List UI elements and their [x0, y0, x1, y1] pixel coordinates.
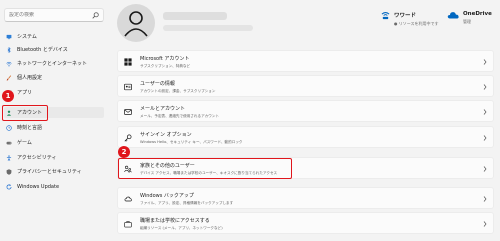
card-title: メールとアカウント — [140, 106, 186, 112]
user-name-blurred — [163, 12, 227, 20]
wireless-subtitle: ● リソースを利用中です — [394, 21, 439, 26]
onedrive-status[interactable]: OneDrive 管理 — [447, 11, 492, 25]
search-icon[interactable] — [92, 12, 99, 19]
wireless-title: ワワード — [394, 13, 417, 19]
key-icon — [124, 134, 132, 142]
sidebar-item-accessibility[interactable]: アクセシビリティ — [4, 152, 104, 163]
family-highlight-box — [118, 158, 292, 179]
globe-clock-icon — [6, 124, 12, 131]
update-icon — [6, 183, 12, 189]
sidebar-item-label: アプリ — [17, 90, 33, 96]
sidebar-item-label: ゲーム — [17, 140, 32, 146]
card-title: Windows バックアップ — [140, 193, 194, 199]
sidebar-item-system[interactable]: システム — [4, 31, 104, 42]
search-input[interactable] — [9, 12, 93, 18]
card-title: ユーザーの情報 — [140, 81, 175, 87]
mail-icon — [124, 109, 132, 115]
chevron-right-icon — [483, 135, 487, 141]
sidebar-item-label: システム — [17, 34, 37, 40]
card-title: サインイン オプション — [140, 132, 192, 138]
card-microsoft-account[interactable]: Microsoft アカウント サブスクリプション、特典など — [117, 50, 494, 72]
card-email-accounts[interactable]: メールとアカウント メール、予定表、連絡先で使用されるアカウント — [117, 100, 494, 122]
windows-icon — [124, 58, 132, 66]
card-subtitle: ファイル、アプリ、設定、資格情報をバックアップします — [140, 200, 234, 205]
brush-icon — [6, 74, 12, 80]
card-subtitle: サブスクリプション、特典など — [140, 63, 191, 68]
avatar[interactable] — [117, 4, 155, 42]
card-title: 職場または学校にアクセスする — [140, 218, 210, 224]
chevron-right-icon — [483, 196, 487, 202]
router-icon — [381, 12, 390, 20]
sidebar-item-privacy[interactable]: プライバシーとセキュリティ — [4, 166, 104, 177]
chevron-right-icon — [483, 221, 487, 227]
sidebar-item-label: Bluetooth とデバイス — [17, 47, 68, 53]
sidebar-item-label: Windows Update — [17, 183, 60, 190]
user-info-icon — [124, 83, 132, 91]
card-sign-in-options[interactable]: サインイン オプション Windows Hello、セキュリティ キー、パスワード… — [117, 126, 494, 148]
sidebar-item-network[interactable]: ネットワークとインターネット — [4, 58, 104, 69]
gamepad-icon — [6, 141, 12, 144]
sidebar-item-personalization[interactable]: 個人用設定 — [4, 72, 104, 83]
sidebar-item-label: アクセシビリティ — [17, 155, 57, 161]
chevron-right-icon — [483, 109, 487, 115]
sidebar-item-apps[interactable]: アプリ — [4, 87, 104, 98]
briefcase-icon — [124, 221, 132, 228]
card-subtitle: 組織リソース (メール、アプリ、ネットワークなど) — [140, 225, 223, 230]
chevron-right-icon — [483, 59, 487, 65]
accessibility-icon — [6, 154, 12, 161]
monitor-icon — [6, 34, 12, 39]
shield-icon — [6, 168, 12, 175]
wireless-status[interactable]: ワワード ● リソースを利用中です — [381, 11, 439, 27]
card-your-info[interactable]: ユーザーの情報 アカウントの設定、課金、サブスクリプション — [117, 75, 494, 97]
card-subtitle: メール、予定表、連絡先で使用されるアカウント — [140, 113, 220, 118]
wifi-icon — [6, 61, 12, 66]
sidebar-item-gaming[interactable]: ゲーム — [4, 137, 104, 148]
chevron-right-icon — [483, 84, 487, 90]
accounts-highlight-box — [2, 105, 48, 121]
card-subtitle: Windows Hello、セキュリティ キー、パスワード、動的ロック — [140, 139, 243, 144]
step-badge-2: 2 — [118, 146, 130, 158]
step-badge-1: 1 — [2, 90, 14, 102]
card-subtitle: アカウントの設定、課金、サブスクリプション — [140, 88, 216, 93]
default-user-icon — [124, 11, 148, 37]
card-title: Microsoft アカウント — [140, 56, 190, 62]
card-windows-backup[interactable]: Windows バックアップ ファイル、アプリ、設定、資格情報をバックアップします — [117, 187, 494, 209]
chevron-right-icon — [483, 166, 487, 172]
onedrive-subtitle: 管理 — [463, 19, 471, 24]
search-box[interactable] — [4, 8, 104, 22]
user-email-blurred — [163, 25, 253, 31]
sidebar-item-label: 時刻と言語 — [17, 125, 43, 131]
onedrive-title: OneDrive — [463, 11, 492, 17]
sidebar-item-label: ネットワークとインターネット — [17, 61, 88, 67]
sidebar-item-bluetooth[interactable]: Bluetooth とデバイス — [4, 44, 104, 55]
sidebar-item-windows-update[interactable]: Windows Update — [4, 181, 104, 192]
sidebar-item-label: プライバシーとセキュリティ — [17, 169, 82, 175]
card-work-school-access[interactable]: 職場または学校にアクセスする 組織リソース (メール、アプリ、ネットワークなど) — [117, 212, 494, 234]
bluetooth-icon — [7, 46, 11, 53]
sidebar-item-label: 個人用設定 — [17, 75, 43, 81]
backup-icon — [124, 196, 132, 202]
cloud-icon — [447, 12, 459, 19]
sidebar-item-time-language[interactable]: 時刻と言語 — [4, 122, 104, 133]
